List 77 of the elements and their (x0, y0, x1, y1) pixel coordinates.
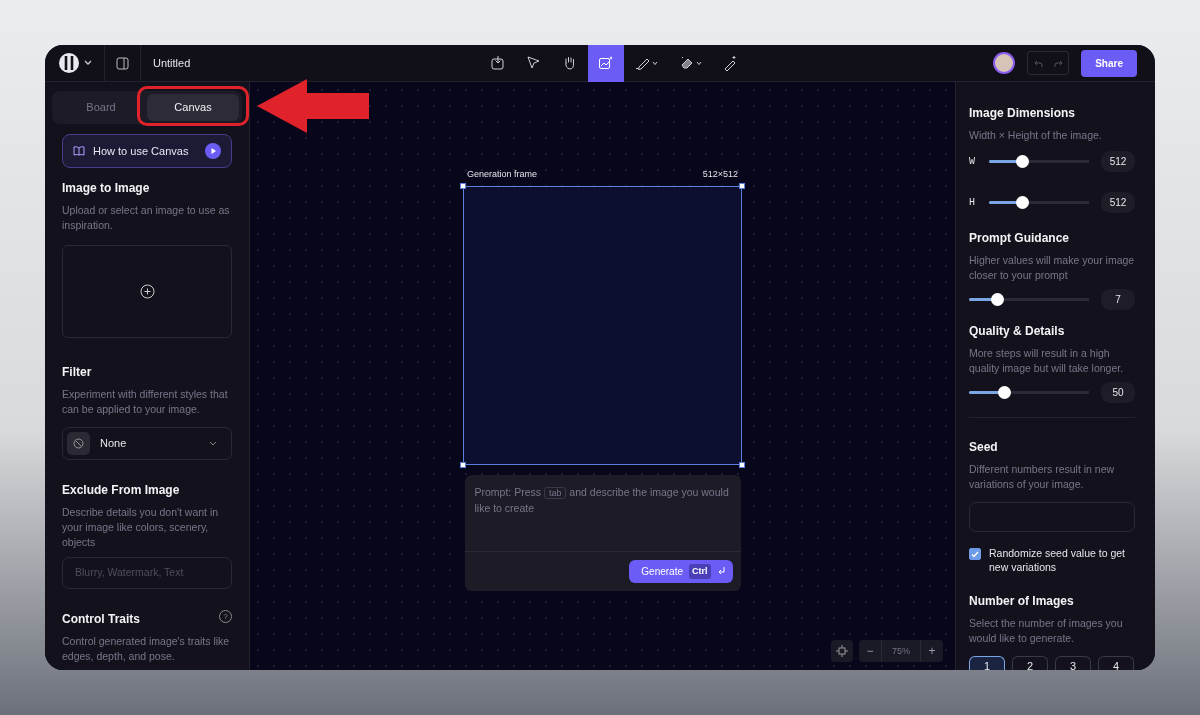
key-hint: tab (543, 486, 567, 499)
caret-icon (651, 60, 658, 66)
caret-icon (695, 60, 702, 66)
resize-handle[interactable] (739, 461, 745, 468)
image-count-option[interactable]: 4 (1098, 656, 1134, 670)
dimensions-description: Width × Height of the image. (969, 128, 1103, 143)
slider-value: 512 (1101, 192, 1135, 213)
user-avatar[interactable] (993, 52, 1016, 74)
guidance-description: Higher values will make your image closer to your prompt (969, 253, 1135, 283)
caret-icon[interactable] (83, 60, 92, 66)
zoom-out-button[interactable]: − (859, 640, 881, 662)
dimensions-heading: Image Dimensions (969, 105, 1077, 122)
pointer-icon (526, 55, 542, 71)
filter-dropdown[interactable]: None (62, 427, 232, 460)
exclude-description: Describe details you don't want in your image like colors, scenery, objects (62, 505, 220, 550)
slider-value: 512 (1101, 151, 1135, 172)
image-count-option[interactable]: 3 (1055, 656, 1091, 670)
share-button[interactable]: Share (1081, 49, 1137, 77)
import-icon (490, 55, 506, 71)
logo-icon[interactable] (57, 52, 80, 74)
image-count-heading: Number of Images (969, 593, 1075, 610)
sidebar-toggle-icon[interactable] (116, 56, 129, 70)
slider-thumb[interactable] (990, 293, 1004, 306)
frame-size: 512×512 (702, 168, 738, 181)
enter-key-icon (716, 566, 727, 577)
checkmark-icon (971, 550, 979, 558)
magic-wand-icon (722, 55, 738, 71)
prompt-field[interactable]: Prompt: Press tab and describe the image you would like to create (464, 474, 741, 552)
quality-description: More steps will result in a high quality image but will take longer. (969, 346, 1125, 376)
exclude-input-field[interactable]: Blurry, Watermark, Text (62, 557, 232, 589)
exclude-heading: Exclude From Image (62, 482, 181, 499)
seed-heading: Seed (969, 439, 999, 456)
slider-thumb[interactable] (1016, 196, 1029, 209)
book-icon (73, 145, 85, 157)
crosshair-icon (836, 645, 848, 658)
slider-thumb[interactable] (1016, 155, 1029, 168)
tutorial-button[interactable]: How to use Canvas (62, 133, 232, 168)
filter-description: Experiment with different styles that can be applied to your image. (62, 387, 229, 417)
slider-value: 50 (1101, 382, 1135, 403)
image-to-image-heading: Image to Image (62, 180, 151, 197)
quality-heading: Quality & Details (969, 323, 1066, 340)
generate-button[interactable]: Generate Ctrl (629, 559, 733, 583)
image-count-option[interactable]: 2 (1012, 656, 1048, 670)
control-traits-heading: Control Traits (62, 610, 140, 628)
zoom-in-button[interactable]: + (921, 640, 943, 662)
randomize-checkbox[interactable] (969, 548, 981, 560)
image-count-description: Select the number of images you would like to generate. (969, 616, 1124, 646)
seed-input-field[interactable] (969, 502, 1135, 532)
image-sparkle-icon (598, 55, 614, 71)
slider-label: W (969, 155, 976, 169)
filter-heading: Filter (62, 364, 93, 381)
image-to-image-description: Upload or select an image to use as inspiration. (62, 203, 231, 233)
prompt-placeholder: Prompt: Press tab and describe the image you would like to create (474, 484, 730, 516)
play-icon (205, 142, 221, 159)
slider-label: H (969, 196, 976, 210)
seed-description: Different numbers result in new variations of your image. (969, 462, 1116, 492)
shortcut-key: Ctrl (689, 563, 711, 579)
generate-tool-button[interactable] (588, 45, 624, 82)
undo-icon (1033, 59, 1043, 68)
frame-label: Generation frame (467, 168, 538, 181)
none-icon (73, 438, 84, 449)
zoom-level: 75% (881, 640, 921, 662)
slider-thumb[interactable] (997, 386, 1011, 399)
guidance-heading: Prompt Guidance (969, 230, 1070, 247)
resize-handle[interactable] (460, 182, 466, 189)
redo-icon (1053, 59, 1063, 68)
image-count-option[interactable]: 1 (969, 656, 1005, 670)
mode-tab[interactable]: Canvas (147, 94, 239, 121)
resize-handle[interactable] (739, 182, 745, 189)
control-traits-description: Control generated image's traits like edges, depth, and pose. (62, 633, 231, 664)
randomize-label: Randomize seed value to get new variations (989, 546, 1126, 574)
chevron-down-icon (209, 441, 217, 446)
mode-tab[interactable]: Board (55, 94, 147, 121)
document-title: Untitled (153, 56, 191, 69)
add-icon (139, 284, 155, 299)
slider-value: 7 (1101, 289, 1135, 310)
resize-handle[interactable] (460, 461, 466, 468)
